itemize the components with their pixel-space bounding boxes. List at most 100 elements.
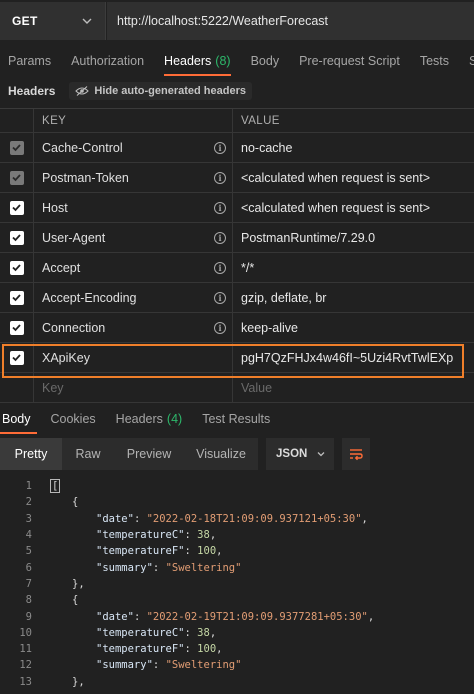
view-pretty-button[interactable]: Pretty [0, 438, 62, 470]
method-select[interactable]: GET [0, 2, 106, 40]
row-checkbox[interactable] [9, 320, 24, 335]
view-raw-button[interactable]: Raw [62, 438, 114, 470]
header-key-cell[interactable]: User-Agent i [34, 222, 233, 253]
header-value-cell[interactable]: */* [233, 253, 474, 283]
info-icon[interactable]: i [214, 261, 226, 274]
code-line: 12 "summary": "Sweltering" [19, 659, 242, 672]
header-value-cell[interactable]: PostmanRuntime/7.29.0 [233, 223, 474, 253]
view-visualize-button[interactable]: Visualize [184, 438, 258, 470]
table-row: Postman-Token i <calculated when request … [0, 162, 474, 193]
header-value-cell[interactable]: keep-alive [233, 313, 474, 343]
table-row: Cache-Control i no-cache [0, 132, 474, 163]
header-key-cell[interactable]: XApiKey [34, 342, 233, 373]
response-tabs: Body Cookies Headers (4) Test Results [0, 406, 474, 434]
row-checkbox[interactable] [9, 230, 24, 245]
view-mode-group: Pretty Raw Preview Visualize [0, 438, 258, 470]
wrap-lines-button[interactable] [342, 438, 370, 470]
check-icon [12, 234, 21, 242]
header-value-cell[interactable]: pgH7QzFHJx4w46fI~5Uzi4RvtTwlEXp [233, 343, 474, 373]
info-icon[interactable]: i [214, 291, 226, 304]
tab-settings[interactable]: Se [459, 42, 474, 80]
info-icon[interactable]: i [214, 201, 226, 214]
row-checkbox[interactable] [9, 200, 24, 215]
code-line: 1 [ [25, 479, 61, 494]
header-key-cell[interactable]: Cache-Control i [34, 132, 233, 163]
json-open-bracket: [ [50, 479, 61, 494]
info-icon[interactable]: i [214, 171, 226, 184]
new-value-input[interactable]: Value [233, 373, 474, 403]
row-checkbox[interactable] [9, 170, 24, 185]
url-input[interactable]: http://localhost:5222/WeatherForecast [107, 2, 474, 40]
code-line: 11 "temperatureF": 100, [19, 643, 223, 656]
format-select[interactable]: JSON [266, 438, 334, 470]
info-icon[interactable]: i [214, 231, 226, 244]
info-icon[interactable]: i [214, 141, 226, 154]
info-icon[interactable]: i [214, 321, 226, 334]
code-line: 13 }, [19, 675, 85, 688]
headers-table: KEY VALUE Cache-Control i no-cache Postma… [0, 108, 474, 404]
headers-section-title: Headers [8, 84, 56, 98]
url-text: http://localhost:5222/WeatherForecast [117, 14, 328, 28]
header-value-cell[interactable]: no-cache [233, 133, 474, 163]
key-column-header: KEY [34, 108, 233, 133]
code-line: 10 "temperatureC": 38, [19, 626, 217, 639]
header-value-cell[interactable]: <calculated when request is sent> [233, 163, 474, 193]
table-row: Accept i */* [0, 252, 474, 283]
chevron-down-icon [317, 452, 325, 457]
tab-params[interactable]: Params [0, 42, 61, 80]
check-icon [12, 204, 21, 212]
headers-count: (8) [215, 54, 231, 68]
check-icon [12, 174, 21, 182]
check-icon [12, 354, 21, 362]
check-icon [12, 324, 21, 332]
header-value-cell[interactable]: gzip, deflate, br [233, 283, 474, 313]
row-checkbox[interactable] [9, 260, 24, 275]
row-checkbox[interactable] [9, 140, 24, 155]
code-line: 3 "date": "2022-02-18T21:09:09.937121+05… [25, 512, 368, 525]
code-line: 5 "temperatureF": 100, [25, 545, 223, 558]
row-checkbox[interactable] [9, 290, 24, 305]
chevron-down-icon [82, 18, 92, 24]
tab-tests[interactable]: Tests [410, 42, 459, 80]
code-line: 6 "summary": "Sweltering" [25, 561, 242, 574]
value-column-header: VALUE [241, 114, 280, 127]
check-icon [12, 144, 21, 152]
table-row: User-Agent i PostmanRuntime/7.29.0 [0, 222, 474, 253]
header-key-cell[interactable]: Accept-Encoding i [34, 282, 233, 313]
header-value-cell[interactable]: <calculated when request is sent> [233, 193, 474, 223]
code-line: 7 }, [25, 577, 85, 590]
wrap-lines-icon [350, 449, 363, 461]
code-line: 2 { [25, 496, 79, 509]
table-row: Accept-Encoding i gzip, deflate, br [0, 282, 474, 313]
table-row: XApiKey pgH7QzFHJx4w46fI~5Uzi4RvtTwlEXp [0, 342, 474, 373]
response-tab-body[interactable]: Body [0, 406, 41, 434]
table-row: Host i <calculated when request is sent> [0, 192, 474, 223]
code-line: 9 "date": "2022-02-19T21:09:09.9377281+0… [25, 610, 375, 623]
new-key-input[interactable]: Key [34, 372, 233, 403]
tab-headers[interactable]: Headers (8) [154, 42, 241, 80]
tab-authorization[interactable]: Authorization [61, 42, 154, 80]
header-key-cell[interactable]: Connection i [34, 312, 233, 343]
view-preview-button[interactable]: Preview [114, 438, 184, 470]
table-row: Connection i keep-alive [0, 312, 474, 343]
header-key-cell[interactable]: Host i [34, 192, 233, 223]
tab-pre-request-script[interactable]: Pre-request Script [289, 42, 410, 80]
response-tab-test-results[interactable]: Test Results [192, 406, 280, 432]
response-toolbar: Pretty Raw Preview Visualize JSON [0, 438, 474, 470]
response-tab-cookies[interactable]: Cookies [41, 406, 106, 432]
eye-slash-icon [75, 86, 90, 96]
response-body-code: 1 [ 2 { 3 "date": "2022-02-18T21:09:09.9… [0, 478, 474, 694]
tab-body[interactable]: Body [241, 42, 290, 80]
header-key-cell[interactable]: Accept i [34, 252, 233, 283]
check-icon [12, 264, 21, 272]
table-header-row: KEY VALUE [0, 108, 474, 133]
row-checkbox[interactable] [9, 350, 24, 365]
headers-subbar: Headers Hide auto-generated headers [0, 80, 474, 102]
response-tab-headers[interactable]: Headers (4) [106, 406, 193, 432]
code-line: 8 { [25, 594, 79, 607]
hide-auto-generated-button[interactable]: Hide auto-generated headers [69, 82, 252, 100]
header-key-cell[interactable]: Postman-Token i [34, 162, 233, 193]
request-url-bar: GET http://localhost:5222/WeatherForecas… [0, 0, 474, 42]
check-icon [12, 294, 21, 302]
table-row-new: Key Value [0, 372, 474, 403]
